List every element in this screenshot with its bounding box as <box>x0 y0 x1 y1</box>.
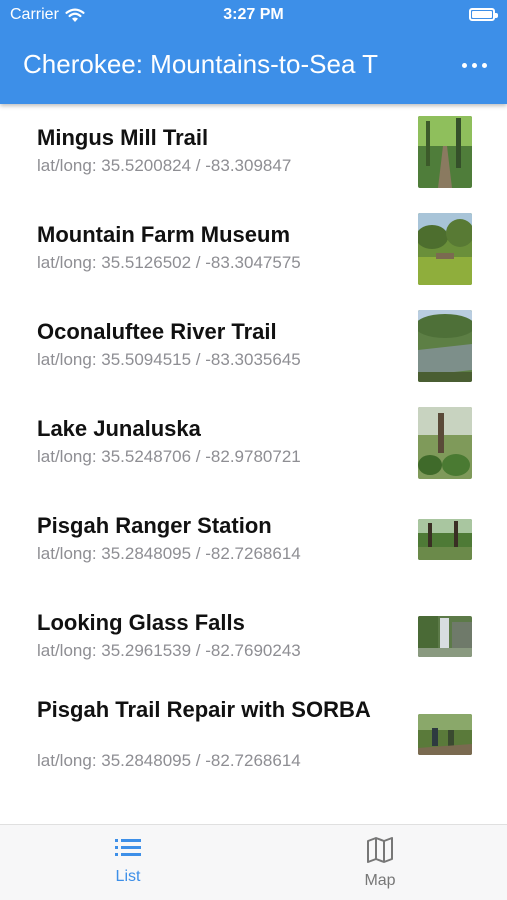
list-icon <box>115 839 141 856</box>
battery-icon <box>469 8 498 21</box>
list-item[interactable]: Pisgah Ranger Station lat/long: 35.28480… <box>0 492 507 589</box>
place-coords: lat/long: 35.5248706 / -82.9780721 <box>37 447 301 466</box>
place-name: Oconaluftee River Trail <box>37 319 277 344</box>
place-coords: lat/long: 35.5126502 / -83.3047575 <box>37 253 301 272</box>
place-coords: lat/long: 35.5094515 / -83.3035645 <box>37 350 301 369</box>
place-coords: lat/long: 35.2848095 / -82.7268614 <box>37 544 301 563</box>
place-name: Lake Junaluska <box>37 416 201 441</box>
place-thumbnail <box>418 714 472 755</box>
page-title: Cherokee: Mountains-to-Sea T <box>23 49 379 79</box>
place-thumbnail <box>418 519 472 560</box>
tab-map[interactable]: Map <box>330 837 430 890</box>
place-coords: lat/long: 35.2961539 / -82.7690243 <box>37 641 301 660</box>
list-item[interactable]: Looking Glass Falls lat/long: 35.2961539… <box>0 589 507 686</box>
status-bar: Carrier 3:27 PM <box>0 0 507 30</box>
nav-header: Carrier 3:27 PM Cherokee: Mountains-to-S… <box>0 0 507 104</box>
place-thumbnail <box>418 116 472 188</box>
tab-list[interactable]: List <box>78 837 178 886</box>
list-item[interactable]: Mountain Farm Museum lat/long: 35.512650… <box>0 201 507 298</box>
list-item[interactable]: Lake Junaluska lat/long: 35.5248706 / -8… <box>0 395 507 492</box>
list-item[interactable]: Pisgah Trail Repair with SORBA lat/long:… <box>0 686 507 786</box>
tab-bar: List Map <box>0 824 507 900</box>
status-time: 3:27 PM <box>223 6 284 23</box>
more-horizontal-icon <box>461 62 467 68</box>
place-coords: lat/long: 35.5200824 / -83.309847 <box>37 156 292 175</box>
place-name: Mountain Farm Museum <box>37 222 291 247</box>
list-item[interactable]: Mingus Mill Trail lat/long: 35.5200824 /… <box>0 104 507 201</box>
tab-map-label: Map <box>364 872 396 889</box>
place-name: Mingus Mill Trail <box>37 125 209 150</box>
place-name: Pisgah Trail Repair with SORBA <box>37 697 371 722</box>
map-icon <box>367 837 393 863</box>
place-thumbnail <box>418 407 472 479</box>
tab-list-label: List <box>115 868 141 885</box>
place-name: Looking Glass Falls <box>37 610 245 635</box>
places-list: Mingus Mill Trail lat/long: 35.5200824 /… <box>0 104 507 824</box>
more-menu-button[interactable] <box>461 55 487 75</box>
place-thumbnail <box>418 213 472 285</box>
place-coords: lat/long: 35.2848095 / -82.7268614 <box>37 751 301 770</box>
place-thumbnail <box>418 616 472 657</box>
place-name: Pisgah Ranger Station <box>37 513 272 538</box>
list-item[interactable]: Oconaluftee River Trail lat/long: 35.509… <box>0 298 507 395</box>
place-thumbnail <box>418 310 472 382</box>
